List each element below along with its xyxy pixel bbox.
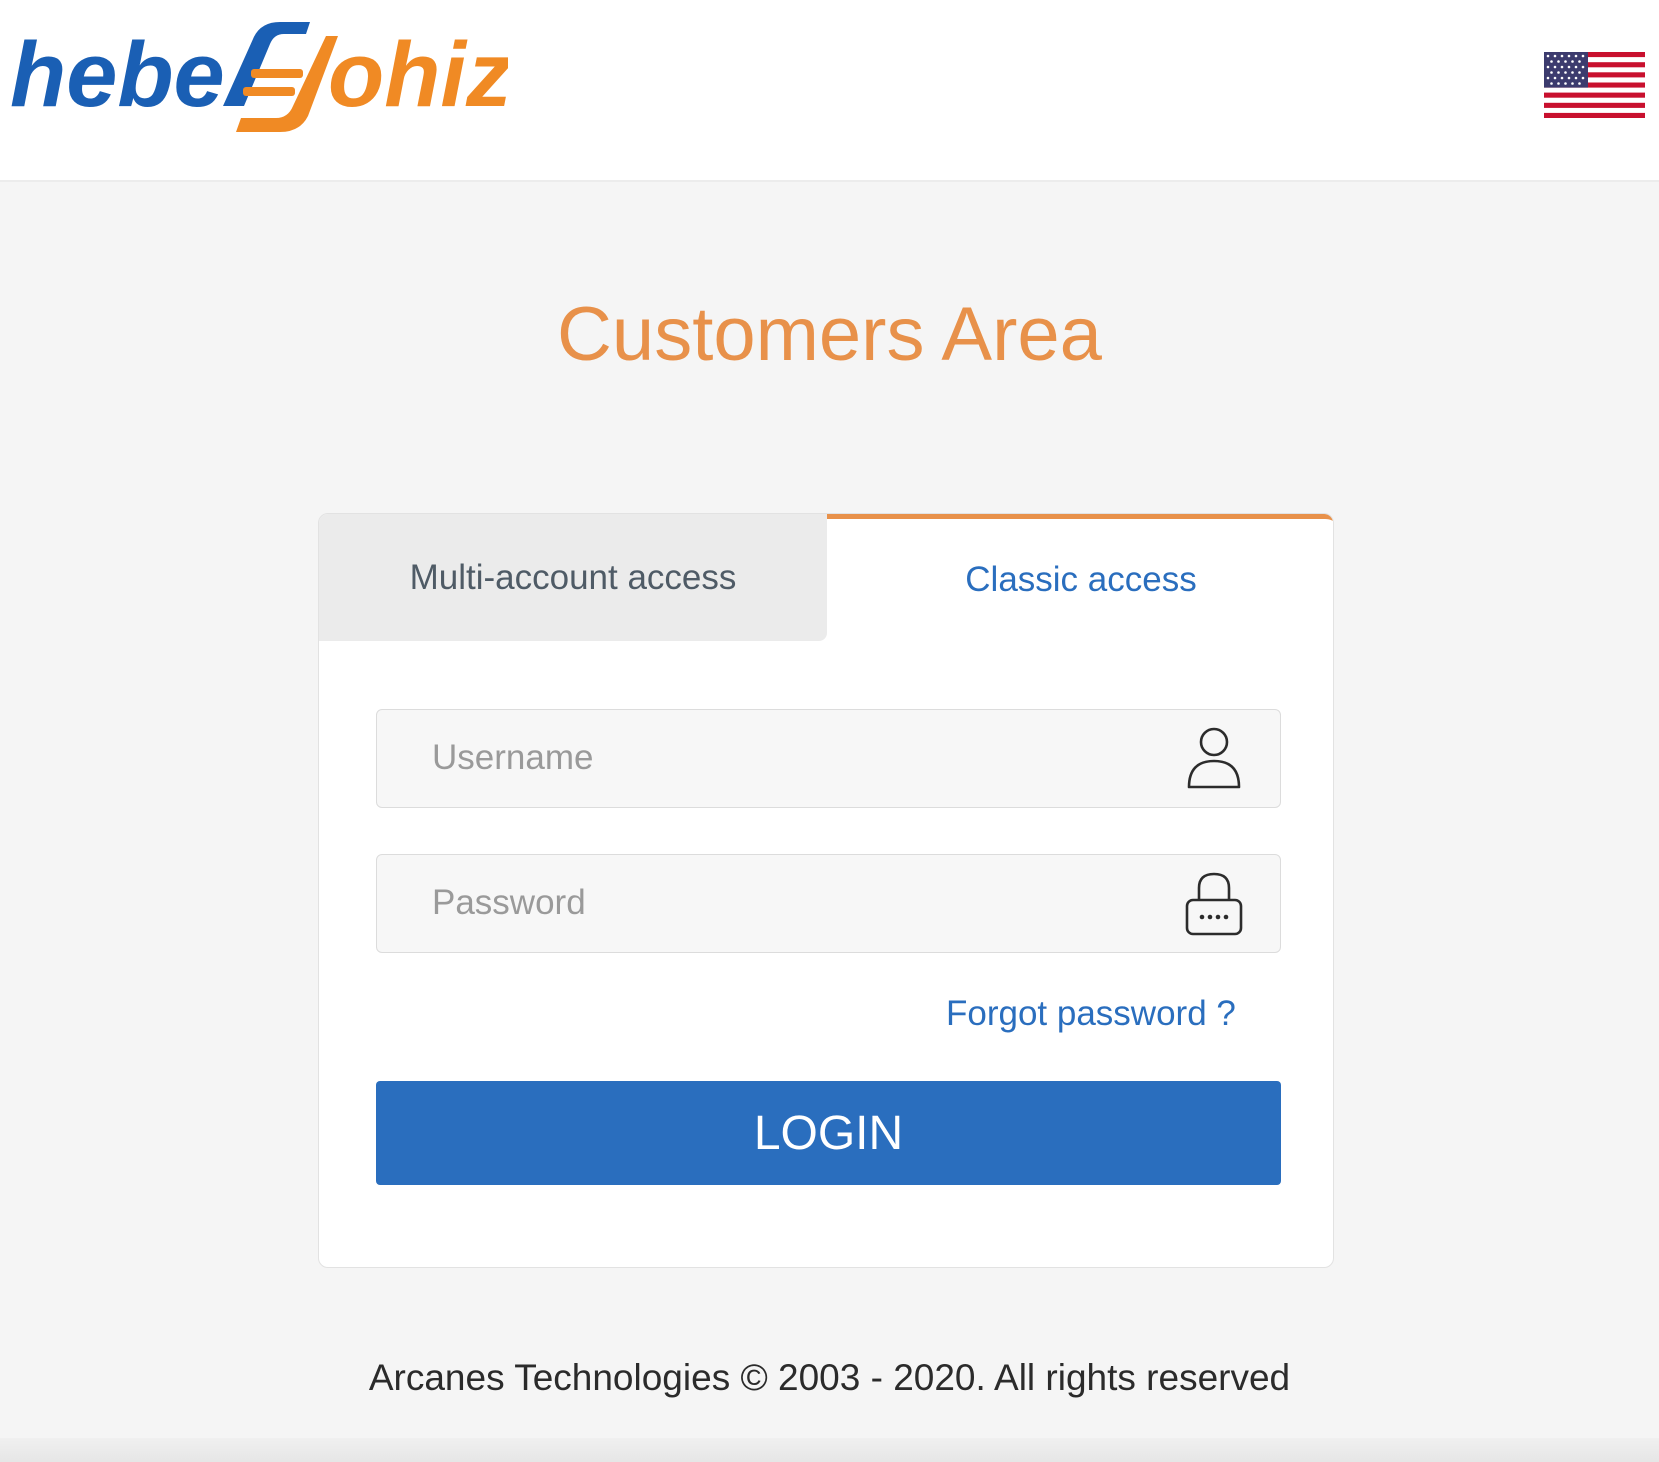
username-input[interactable] (377, 710, 1197, 806)
password-field (376, 854, 1281, 953)
tab-multi-account-access[interactable]: Multi-account access (319, 514, 827, 641)
hebe-ohiz-logo[interactable]: hebe ohiz (8, 14, 508, 139)
logo-text-ohiz: ohiz (328, 24, 508, 126)
page-title: Customers Area (557, 292, 1102, 377)
login-button[interactable]: LOGIN (376, 1081, 1281, 1185)
footer-copyright: Arcanes Technologies © 2003 - 2020. All … (368, 1357, 1291, 1398)
forgot-password-link[interactable]: Forgot password ? (946, 994, 1236, 1034)
logo-text-hebe: hebe (10, 24, 225, 126)
header: hebe ohiz (0, 0, 1659, 182)
tab-classic-access[interactable]: Classic access (827, 514, 1333, 641)
bottom-bar (0, 1438, 1659, 1462)
us-flag-icon[interactable] (1544, 52, 1645, 118)
username-field (376, 709, 1281, 808)
lock-icon (1185, 872, 1243, 936)
user-icon (1187, 727, 1241, 789)
login-card: Multi-account access Classic access Forg… (318, 513, 1334, 1268)
password-input[interactable] (377, 855, 1197, 951)
